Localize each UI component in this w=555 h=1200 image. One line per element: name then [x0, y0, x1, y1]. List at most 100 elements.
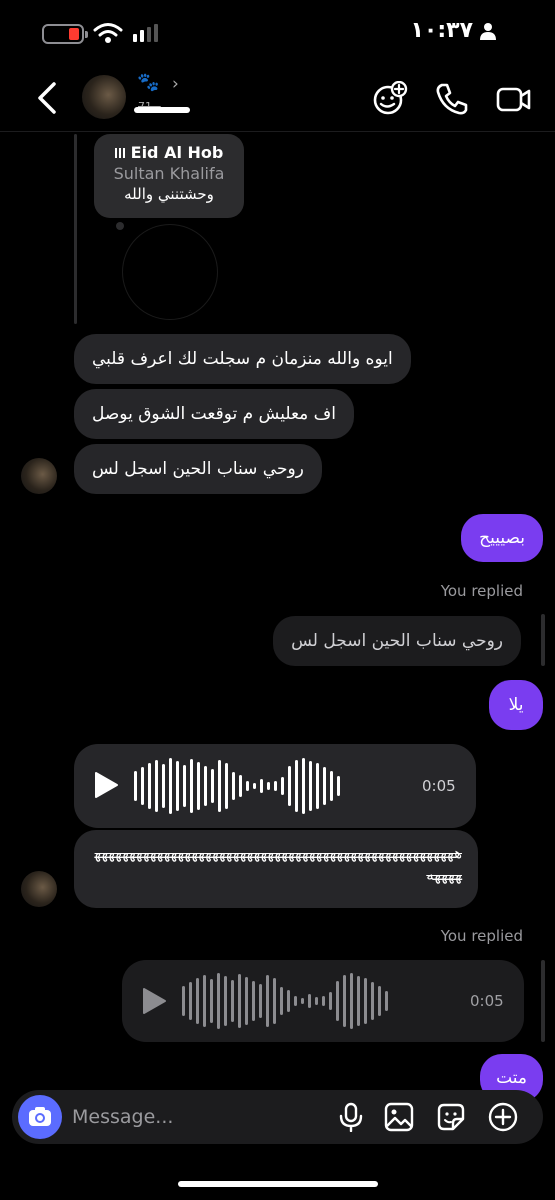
waveform-bar — [239, 775, 242, 797]
waveform-bar — [274, 781, 277, 791]
waveform-bar — [316, 763, 319, 809]
message-composer — [12, 1090, 543, 1144]
waveform-bar — [210, 979, 213, 1023]
note-avatar[interactable] — [122, 224, 218, 320]
waveform-bar — [357, 976, 360, 1026]
waveform-bar — [273, 978, 276, 1024]
waveform-bar — [287, 990, 290, 1012]
quoted-voice-message[interactable]: 0:05 — [122, 960, 524, 1042]
plus-icon[interactable] — [488, 1102, 518, 1132]
message-input[interactable] — [72, 1102, 332, 1132]
waveform-bar — [267, 782, 270, 790]
waveform-bar — [302, 758, 305, 814]
profile-emoji[interactable]: 🐾 — [137, 72, 159, 93]
waveform-bar — [246, 781, 249, 791]
waveform-bar — [155, 760, 158, 812]
video-icon[interactable] — [496, 81, 532, 117]
gallery-icon[interactable] — [384, 1102, 414, 1132]
person-icon — [480, 22, 496, 40]
chevron-right-icon[interactable]: › — [172, 74, 179, 94]
waveform-bar — [196, 978, 199, 1024]
status-time: ١٠:٣٧ — [410, 18, 473, 43]
waveform-bar — [371, 982, 374, 1020]
sticker-effects-icon[interactable] — [372, 81, 408, 117]
play-icon[interactable] — [90, 770, 120, 800]
waveform-bar — [301, 998, 304, 1004]
waveform-bar — [281, 777, 284, 795]
waveform-bar — [197, 762, 200, 810]
waveform-bar — [260, 779, 263, 793]
voice-duration: 0:05 — [470, 992, 504, 1010]
waveform-bar — [183, 765, 186, 807]
music-bars-icon — [114, 147, 125, 158]
waveform-bar — [141, 767, 144, 805]
replied-label: You replied — [440, 927, 523, 945]
waveform-bar — [350, 973, 353, 1029]
waveform-bar — [295, 760, 298, 812]
avatar[interactable] — [82, 75, 126, 119]
sent-message[interactable]: يلا — [489, 680, 543, 730]
back-icon[interactable] — [30, 78, 66, 118]
quoted-message[interactable]: روحي سناب الحين اسجل لس — [273, 616, 521, 666]
waveform-bar — [288, 766, 291, 806]
sticker-icon[interactable] — [436, 1102, 466, 1132]
waveform-bar — [189, 982, 192, 1020]
status-bar: ١٠:٣٧ — [0, 0, 555, 64]
phone-icon[interactable] — [434, 81, 470, 117]
waveform-bar — [211, 769, 214, 803]
note-bubble[interactable]: Eid Al Hob Sultan Khalifa وحشتنني والله — [94, 134, 244, 230]
waveform-bar — [252, 981, 255, 1021]
waveform-bar — [378, 986, 381, 1016]
voice-duration: 0:05 — [422, 777, 456, 795]
waveform-bar — [280, 987, 283, 1015]
voice-message[interactable]: 0:05 — [74, 744, 476, 828]
camera-button[interactable] — [18, 1095, 62, 1139]
waveform-bar — [329, 992, 332, 1010]
received-message[interactable]: روحي سناب الحين اسجل لس — [74, 444, 322, 494]
waveform-bar — [364, 978, 367, 1024]
received-message[interactable]: ايوه والله منزمان م سجلت لك اعرف قلبي — [74, 334, 411, 384]
waveform-bar — [182, 986, 185, 1016]
waveform-bar — [162, 764, 165, 808]
camera-icon — [29, 1107, 51, 1126]
waveform-bar — [134, 771, 137, 801]
note-artist: Sultan Khalifa — [113, 164, 225, 183]
received-message[interactable]: اف معليش م توقعت الشوق يوصل — [74, 389, 355, 439]
play-icon[interactable] — [138, 986, 168, 1016]
replied-label: You replied — [440, 582, 523, 600]
waveform[interactable] — [182, 973, 388, 1029]
waveform[interactable] — [134, 758, 340, 814]
waveform-bar — [259, 984, 262, 1018]
waveform-bar — [169, 758, 172, 814]
waveform-bar — [245, 977, 248, 1025]
waveform-bar — [204, 766, 207, 806]
waveform-bar — [323, 767, 326, 805]
waveform-bar — [315, 997, 318, 1005]
waveform-bar — [203, 975, 206, 1027]
waveform-bar — [190, 759, 193, 813]
sent-message[interactable]: بصيييح — [461, 514, 543, 562]
reply-bar — [541, 614, 545, 666]
sender-avatar[interactable] — [21, 458, 57, 494]
waveform-bar — [308, 994, 311, 1008]
waveform-bar — [217, 973, 220, 1029]
waveform-bar — [176, 761, 179, 811]
note-song-title: Eid Al Hob — [130, 143, 224, 162]
waveform-bar — [232, 772, 235, 800]
waveform-bar — [294, 996, 297, 1006]
waveform-bar — [266, 975, 269, 1027]
microphone-icon[interactable] — [336, 1102, 366, 1132]
received-message[interactable]: هههههههههههههههههههههههههههههههههههههههه… — [74, 830, 478, 908]
waveform-bar — [330, 771, 333, 801]
cellular-signal-icon — [133, 24, 158, 42]
wifi-icon — [93, 23, 123, 43]
waveform-bar — [343, 975, 346, 1027]
chat-header: 🐾 › 71_ـ — [0, 64, 555, 132]
redaction-scribble — [134, 107, 190, 113]
sender-avatar[interactable] — [21, 871, 57, 907]
note-text: وحشتنني والله — [124, 185, 214, 203]
waveform-bar — [322, 996, 325, 1006]
home-indicator — [178, 1181, 378, 1187]
waveform-bar — [225, 763, 228, 809]
waveform-bar — [309, 761, 312, 811]
